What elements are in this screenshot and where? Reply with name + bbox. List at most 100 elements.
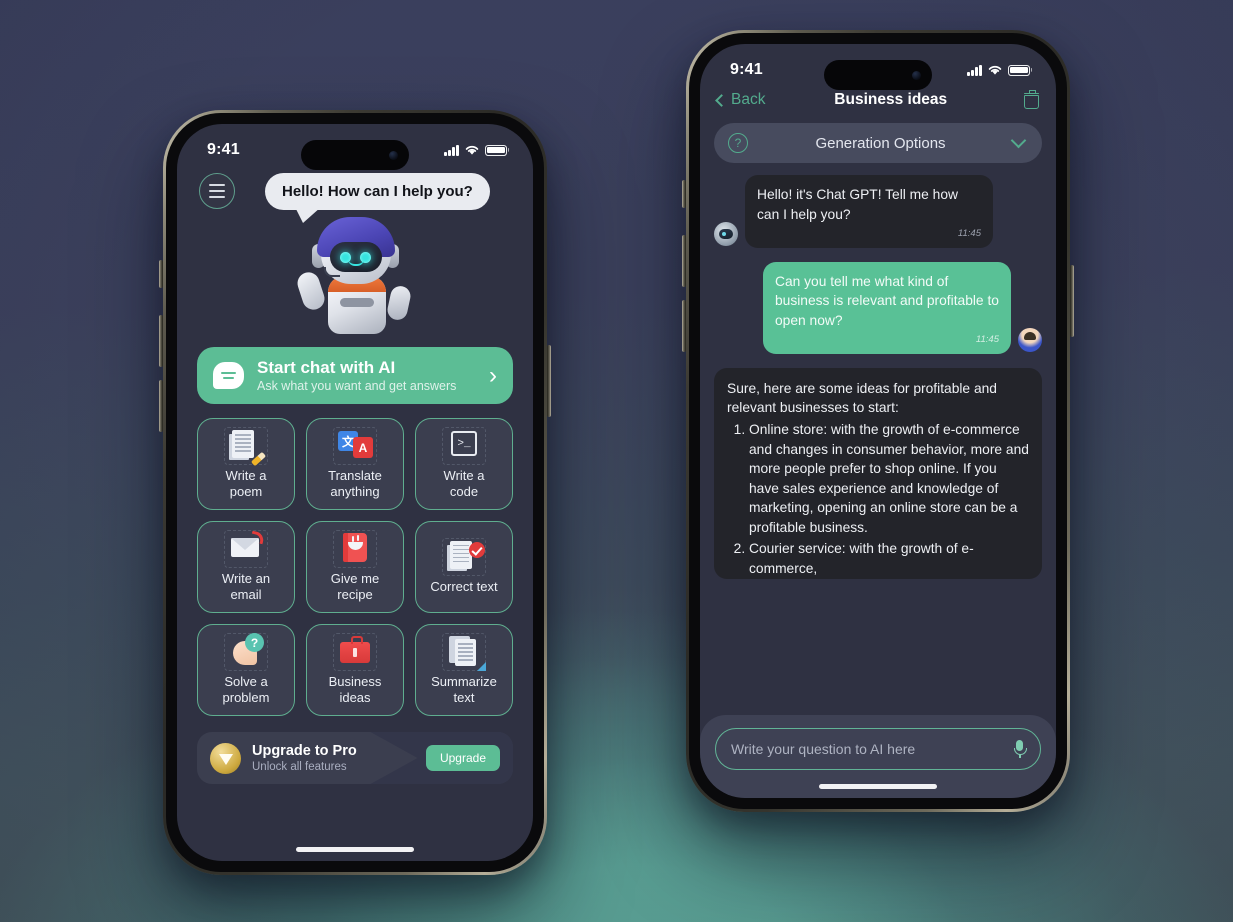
message-text: Hello! it's Chat GPT! Tell me how can I … [757,187,958,222]
feature-card-grid: Write a poem 文 A Translate anything >_ W… [197,418,513,716]
message-time: 11:45 [957,228,981,240]
card-summarize-text[interactable]: Summarize text [415,624,513,716]
upgrade-to-pro-banner[interactable]: Upgrade to Pro Unlock all features Upgra… [197,732,513,784]
mute-switch[interactable] [159,260,163,288]
right-phone-bezel: 9:41 Back Business ideas ? Generation Op… [689,33,1067,809]
cellular-signal-icon [967,64,982,76]
card-give-me-recipe[interactable]: Give me recipe [306,521,404,613]
cta-text-group: Start chat with AI Ask what you want and… [257,358,476,394]
start-chat-button[interactable]: Start chat with AI Ask what you want and… [197,347,513,404]
upgrade-button[interactable]: Upgrade [425,745,500,771]
card-correct-text[interactable]: Correct text [415,521,513,613]
status-indicators [967,64,1030,76]
page-title: Business ideas [834,91,948,108]
card-write-a-code[interactable]: >_ Write a code [415,418,513,510]
generation-options-dropdown[interactable]: ? Generation Options [714,123,1042,163]
chevron-right-icon: › [489,361,497,389]
cellular-signal-icon [444,144,459,156]
chat-message-list: Hello! it's Chat GPT! Tell me how can I … [700,163,1056,579]
translate-icon: 文 A [333,427,377,466]
head-question-icon: ? [224,633,268,672]
hamburger-menu-icon[interactable] [199,173,235,209]
left-status-bar: 9:41 [177,124,533,159]
list-item: Online store: with the growth of e-comme… [749,420,1029,537]
status-time: 9:41 [207,141,240,158]
card-label: Give me recipe [330,571,380,602]
user-avatar [1018,327,1042,352]
home-indicator[interactable] [819,784,937,789]
power-button[interactable] [547,345,551,417]
battery-full-icon [485,144,507,156]
upgrade-subtitle: Unlock all features [252,761,347,774]
question-mark-circle-icon[interactable]: ? [728,133,748,153]
card-write-an-email[interactable]: Write an email [197,521,295,613]
message-row-bot: Hello! it's Chat GPT! Tell me how can I … [714,175,1042,248]
message-row-user: Can you tell me what kind of business is… [714,261,1042,354]
long-answer-scroll-area[interactable]: Sure, here are some ideas for profitable… [714,367,1042,579]
wifi-icon [988,65,1002,75]
cta-subtitle: Ask what you want and get answers [257,379,457,394]
diamond-gem-icon [210,742,241,774]
translate-glyph-target: A [353,437,373,459]
bot-avatar [714,221,738,246]
document-check-icon [442,537,486,576]
terminal-glyph: >_ [451,431,477,457]
documents-stack-icon [442,633,486,672]
volume-down-button[interactable] [682,300,686,352]
chat-input-field[interactable]: Write your question to AI here [715,728,1041,770]
right-phone-device: 9:41 Back Business ideas ? Generation Op… [682,30,1074,812]
chat-bubble-icon [213,362,244,389]
card-label: Translate anything [328,468,382,499]
upgrade-text-group: Upgrade to Pro Unlock all features [252,743,357,773]
greeting-speech-bubble: Hello! How can I help you? [265,173,490,223]
card-label: Write a code [443,468,485,499]
chat-bubble-user: Can you tell me what kind of business is… [763,261,1011,354]
briefcase-icon [333,633,377,672]
card-translate-anything[interactable]: 文 A Translate anything [306,418,404,510]
right-phone-screen: 9:41 Back Business ideas ? Generation Op… [700,44,1056,798]
card-label: Write an email [221,571,271,602]
message-text: Can you tell me what kind of business is… [775,273,999,328]
power-button[interactable] [1070,265,1074,337]
long-answer-list: Online store: with the growth of e-comme… [727,420,1029,579]
card-business-ideas[interactable]: Business ideas [306,624,404,716]
home-indicator[interactable] [296,847,414,852]
status-indicators [444,144,507,156]
recipe-book-icon [333,530,377,569]
cta-title: Start chat with AI [257,357,396,377]
long-answer-intro: Sure, here are some ideas for profitable… [727,380,997,416]
right-status-bar: 9:41 [700,44,1056,79]
battery-full-icon [1008,64,1030,76]
left-phone-screen: 9:41 Hello! How can I help you? Start ch… [177,124,533,861]
chevron-down-icon [1010,132,1027,149]
card-solve-a-problem[interactable]: ? Solve a problem [197,624,295,716]
card-label: Business ideas [328,674,382,705]
volume-down-button[interactable] [159,380,163,432]
left-phone-device: 9:41 Hello! How can I help you? Start ch… [159,110,551,875]
left-phone-content: Hello! How can I help you? Start chat wi… [177,159,533,784]
terminal-icon: >_ [442,427,486,466]
mute-switch[interactable] [682,180,686,208]
list-item: Courier service: with the growth of e-co… [749,539,1029,578]
chat-bubble-bot-long: Sure, here are some ideas for profitable… [714,367,1042,579]
card-label: Summarize text [431,674,497,705]
volume-up-button[interactable] [682,235,686,287]
generation-options-label: Generation Options [815,134,946,152]
envelope-icon [224,530,268,569]
chevron-left-icon [715,93,728,107]
card-label: Correct text [430,578,498,594]
trash-icon[interactable] [1024,89,1039,109]
volume-up-button[interactable] [159,315,163,367]
card-label: Solve a problem [222,674,270,705]
document-pencil-icon [224,427,268,467]
message-time: 11:45 [975,334,999,346]
ai-robot-mascot [288,217,423,335]
card-write-a-poem[interactable]: Write a poem [197,418,295,510]
card-label: Write a poem [225,468,267,499]
chat-bubble-bot: Hello! it's Chat GPT! Tell me how can I … [745,175,993,248]
microphone-icon[interactable] [1014,740,1027,758]
upgrade-title: Upgrade to Pro [252,742,357,759]
wifi-icon [465,145,479,155]
chat-input-placeholder: Write your question to AI here [731,741,916,757]
left-phone-bezel: 9:41 Hello! How can I help you? Start ch… [166,113,544,872]
